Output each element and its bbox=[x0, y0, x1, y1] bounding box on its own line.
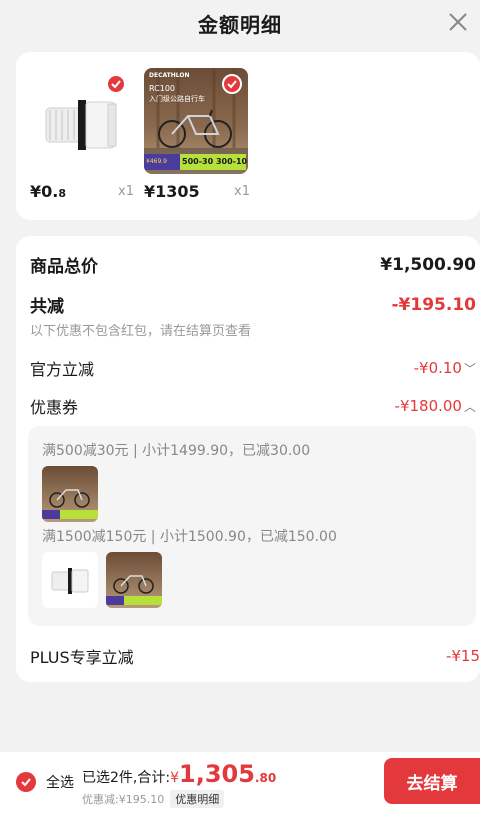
checkmark-icon[interactable] bbox=[222, 74, 242, 94]
coupon-value: -¥180.00 bbox=[394, 397, 462, 415]
plus-label: PLUS专享立减 bbox=[30, 648, 134, 667]
promo-badge: 500-30 300-10 bbox=[182, 157, 248, 166]
plus-value: -¥15 bbox=[445, 647, 480, 665]
order-summary: 已选2件,合计: ¥ 1,305 .80 优惠减:¥195.10 优惠明细 bbox=[82, 760, 276, 808]
product-price: ¥1305 bbox=[144, 182, 200, 201]
plus-discount-row: PLUS专享立减 -¥15 bbox=[30, 644, 480, 668]
page-title: 金额明细 bbox=[198, 12, 282, 37]
coupon-row[interactable]: 优惠券 -¥180.00 ︿ bbox=[30, 394, 480, 418]
total-value: ¥1,500.90 bbox=[380, 254, 476, 275]
product-quantity: x1 bbox=[234, 184, 250, 199]
checkout-button[interactable]: 去结算 bbox=[384, 758, 480, 804]
brand-logo: DECATHLON bbox=[149, 72, 190, 79]
official-value: -¥0.10 bbox=[413, 359, 462, 377]
coupon-label: 优惠券 bbox=[30, 398, 79, 417]
discount-detail-button[interactable]: 优惠明细 bbox=[170, 790, 225, 808]
total-row: 商品总价 ¥1,500.90 bbox=[30, 252, 480, 278]
selected-count-text: 已选2件,合计: bbox=[82, 770, 171, 786]
discount-note: 以下优惠不包含红包，请在结算页查看 bbox=[30, 324, 252, 339]
select-all-toggle[interactable]: 全选 bbox=[16, 772, 74, 792]
product-thumbnail bbox=[28, 68, 132, 174]
total-decimal: .80 bbox=[254, 771, 277, 785]
price-details-card: 商品总价 ¥1,500.90 共减 -¥195.10 以下优惠不包含红包，请在结… bbox=[16, 236, 480, 682]
discount-summary: 优惠减:¥195.10 bbox=[82, 793, 165, 806]
product-quantity: x1 bbox=[118, 184, 134, 199]
discount-value: -¥195.10 bbox=[391, 294, 477, 315]
chevron-up-icon[interactable]: ︿ bbox=[464, 400, 476, 414]
coupon-product-thumb bbox=[42, 466, 98, 522]
header: 金额明细 bbox=[0, 0, 480, 46]
product-thumbnail: DECATHLON RC100 入门级公路自行车 500-30 300-10 ¥… bbox=[144, 68, 248, 174]
currency-symbol: ¥ bbox=[170, 770, 179, 786]
product-model: RC100 bbox=[149, 84, 176, 93]
checkout-bar: 全选 已选2件,合计: ¥ 1,305 .80 优惠减:¥195.10 优惠明细… bbox=[0, 752, 480, 816]
chevron-down-icon[interactable]: ﹀ bbox=[464, 362, 476, 376]
coupon-product-thumb bbox=[42, 552, 98, 608]
checkmark-icon[interactable] bbox=[106, 74, 126, 94]
promo-price: ¥469.9 bbox=[146, 158, 167, 165]
product-item[interactable]: ¥0.8 x1 bbox=[28, 68, 134, 201]
coupon-group-text: 满500减30元 | 小计1499.90，已减30.00 bbox=[42, 443, 311, 459]
close-icon[interactable] bbox=[446, 10, 470, 34]
coupon-breakdown: 满500减30元 | 小计1499.90，已减30.00 满1500减150元 … bbox=[28, 426, 476, 626]
discount-label: 共减 bbox=[30, 297, 64, 317]
select-all-label: 全选 bbox=[46, 775, 74, 791]
official-label: 官方立减 bbox=[30, 360, 95, 379]
checkmark-icon[interactable] bbox=[16, 772, 36, 792]
product-card: ¥0.8 x1 DECATHLON RC100 入门级公路自行车 500-30 … bbox=[16, 52, 480, 220]
product-price: ¥0.8 bbox=[30, 182, 66, 201]
discount-row: 共减 -¥195.10 bbox=[30, 292, 480, 318]
product-caption: 入门级公路自行车 bbox=[149, 95, 205, 103]
coupon-group-text: 满1500减150元 | 小计1500.90，已减150.00 bbox=[42, 529, 337, 545]
total-label: 商品总价 bbox=[30, 257, 98, 277]
total-amount: 1,305 bbox=[179, 760, 255, 788]
official-discount-row[interactable]: 官方立减 -¥0.10 ﹀ bbox=[30, 356, 480, 380]
coupon-product-thumb bbox=[106, 552, 162, 608]
product-item[interactable]: DECATHLON RC100 入门级公路自行车 500-30 300-10 ¥… bbox=[144, 68, 250, 201]
